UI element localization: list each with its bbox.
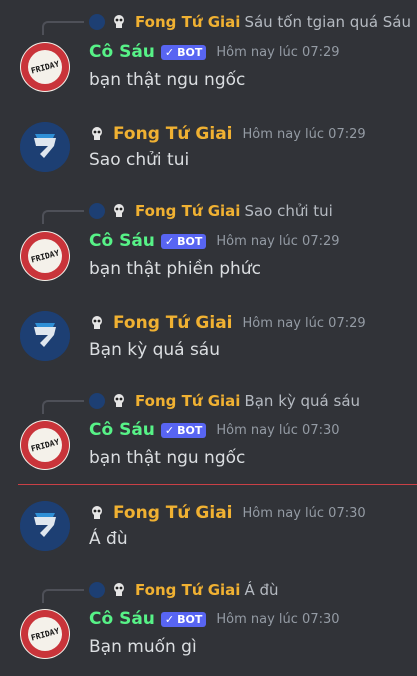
skull-icon (92, 506, 102, 519)
timestamp: Hôm nay lúc 07:29 (216, 233, 340, 249)
author-name[interactable]: Fong Tứ Giai (113, 124, 233, 144)
bot-badge: ✓ BOT (160, 422, 207, 438)
reply-text: Sao chửi tui (244, 202, 333, 220)
check-icon: ✓ (164, 423, 175, 437)
reply-connector (42, 400, 84, 414)
message-text: bạn thật ngu ngốc (89, 70, 246, 90)
avatar[interactable] (20, 501, 70, 551)
avatar[interactable]: FRIDAY (20, 42, 70, 92)
reply-text: Sáu tốn tgian quá Sáu (244, 13, 412, 31)
timestamp: Hôm nay lúc 07:29 (242, 315, 366, 331)
check-icon: ✓ (164, 612, 175, 626)
reply-preview[interactable]: Fong Tứ Giai Bạn kỳ quá sáu (89, 391, 360, 411)
timestamp: Hôm nay lúc 07:30 (242, 505, 366, 521)
timestamp: Hôm nay lúc 07:30 (216, 611, 340, 627)
skull-icon (114, 394, 124, 407)
reply-preview[interactable]: Fong Tứ Giai Sao chửi tui (89, 201, 333, 221)
message-header: Cô Sáu ✓ BOT Hôm nay lúc 07:29 (89, 231, 340, 251)
message-text: Sao chửi tui (89, 150, 190, 170)
check-icon: ✓ (164, 45, 175, 59)
reply-preview[interactable]: Fong Tứ Giai Á đù (89, 580, 279, 600)
check-icon: ✓ (164, 234, 175, 248)
message-text: bạn thật ngu ngốc (89, 448, 246, 468)
bot-badge: ✓ BOT (160, 44, 207, 60)
avatar[interactable]: FRIDAY (20, 231, 70, 281)
new-messages-divider (18, 484, 417, 485)
author-name[interactable]: Cô Sáu (89, 420, 155, 440)
message-text: Bạn kỳ quá sáu (89, 340, 221, 360)
message-text: bạn thật phiền phức (89, 259, 261, 279)
bot-badge: ✓ BOT (160, 233, 207, 249)
reply-author[interactable]: Fong Tứ Giai (135, 392, 240, 410)
author-name[interactable]: Fong Tứ Giai (113, 503, 233, 523)
message-header: Fong Tứ Giai Hôm nay lúc 07:29 (89, 313, 366, 333)
message-header: Cô Sáu ✓ BOT Hôm nay lúc 07:29 (89, 42, 340, 62)
avatar[interactable] (20, 311, 70, 361)
skull-icon (114, 583, 124, 596)
avatar[interactable]: FRIDAY (20, 420, 70, 470)
reply-avatar (89, 203, 105, 219)
reply-preview[interactable]: Fong Tứ Giai Sáu tốn tgian quá Sáu (89, 12, 411, 32)
reply-author[interactable]: Fong Tứ Giai (135, 581, 240, 599)
reply-avatar (89, 14, 105, 30)
timestamp: Hôm nay lúc 07:29 (216, 44, 340, 60)
author-name[interactable]: Cô Sáu (89, 609, 155, 629)
reply-author[interactable]: Fong Tứ Giai (135, 202, 240, 220)
reply-connector (42, 589, 84, 603)
author-name[interactable]: Cô Sáu (89, 231, 155, 251)
message-header: Cô Sáu ✓ BOT Hôm nay lúc 07:30 (89, 609, 340, 629)
skull-icon (114, 15, 124, 28)
avatar[interactable] (20, 122, 70, 172)
timestamp: Hôm nay lúc 07:29 (242, 126, 366, 142)
message-header: Fong Tứ Giai Hôm nay lúc 07:30 (89, 503, 366, 523)
author-name[interactable]: Cô Sáu (89, 42, 155, 62)
reply-avatar (89, 393, 105, 409)
message-text: Á đù (89, 529, 128, 549)
skull-icon (92, 127, 102, 140)
timestamp: Hôm nay lúc 07:30 (216, 422, 340, 438)
reply-author[interactable]: Fong Tứ Giai (135, 13, 240, 31)
bot-badge: ✓ BOT (160, 611, 207, 627)
reply-avatar (89, 582, 105, 598)
reply-text: Á đù (244, 581, 279, 599)
message-header: Cô Sáu ✓ BOT Hôm nay lúc 07:30 (89, 420, 340, 440)
author-name[interactable]: Fong Tứ Giai (113, 313, 233, 333)
skull-icon (114, 204, 124, 217)
reply-connector (42, 21, 84, 35)
message-text: Bạn muốn gì (89, 637, 197, 657)
skull-icon (92, 316, 102, 329)
reply-text: Bạn kỳ quá sáu (244, 392, 361, 410)
message-header: Fong Tứ Giai Hôm nay lúc 07:29 (89, 124, 366, 144)
avatar[interactable]: FRIDAY (20, 609, 70, 659)
reply-connector (42, 210, 84, 224)
